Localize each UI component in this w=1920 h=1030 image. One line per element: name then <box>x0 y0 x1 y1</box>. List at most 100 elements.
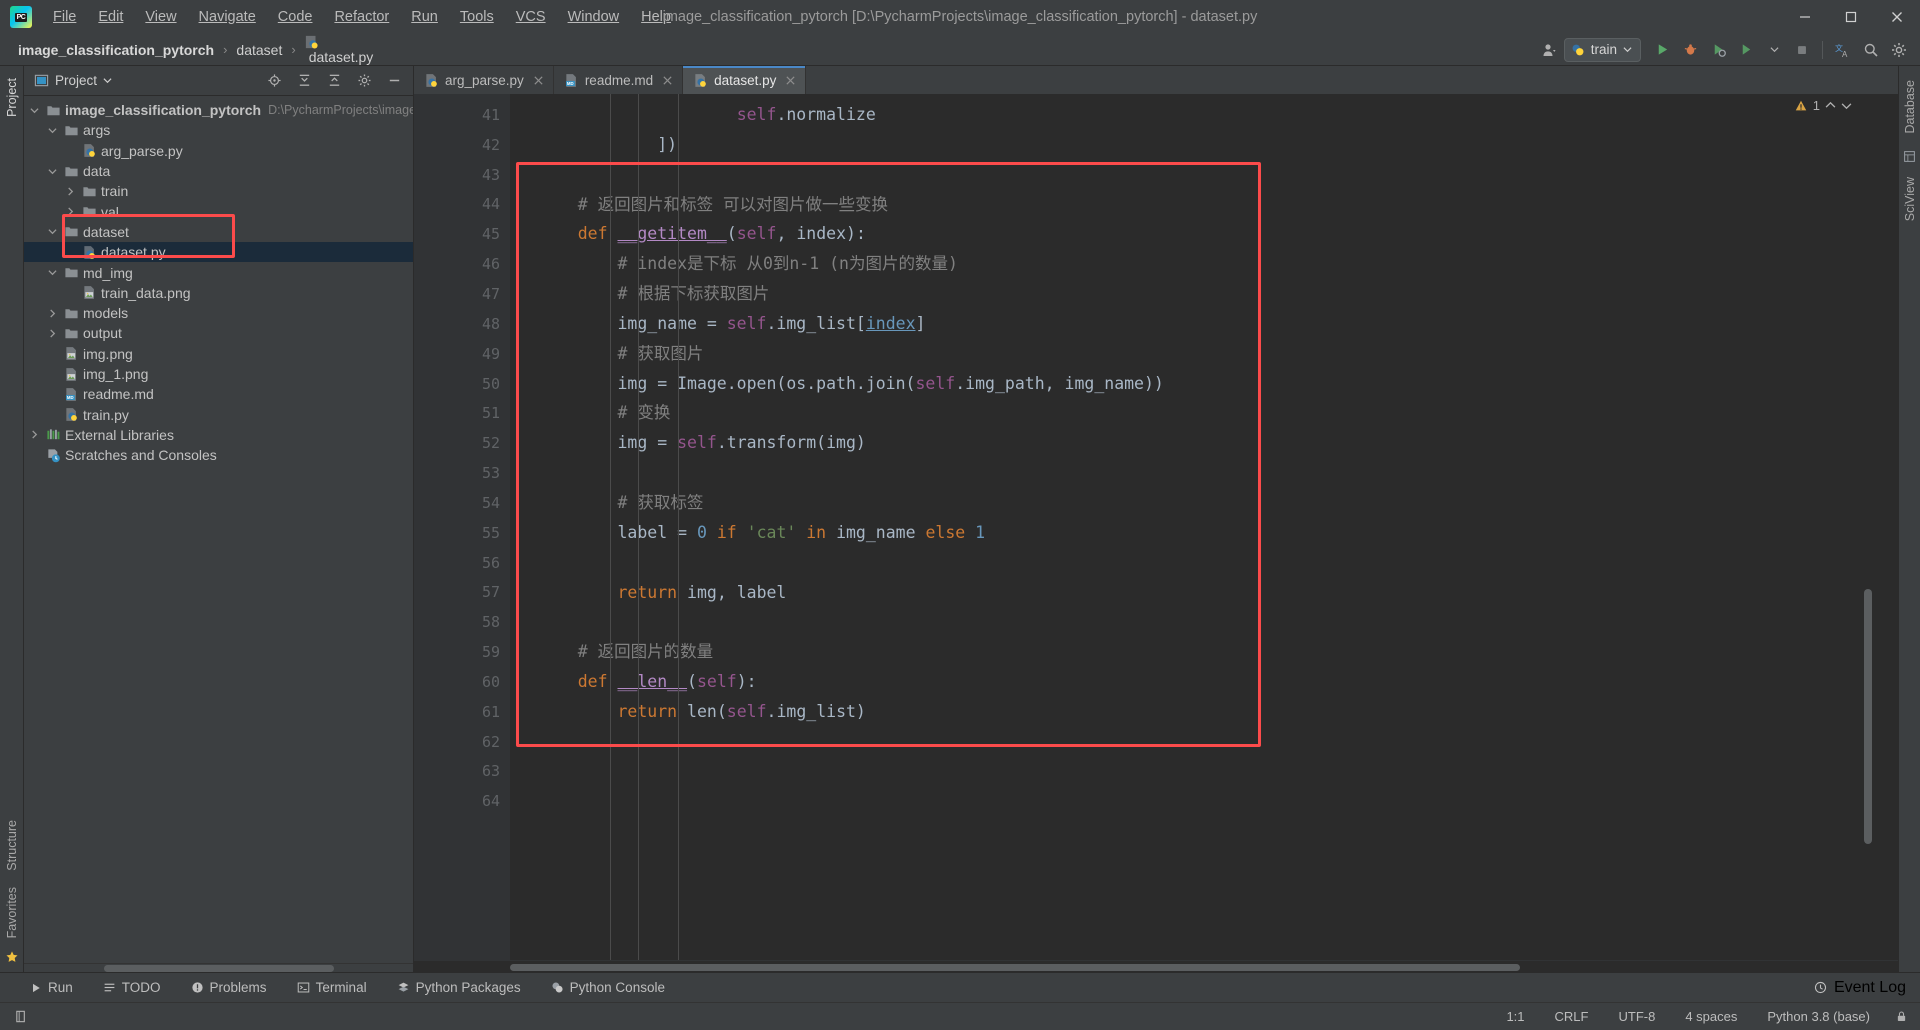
tool-button-run[interactable]: Run <box>26 978 77 997</box>
menu-item-tools[interactable]: Tools <box>449 5 505 29</box>
code-line-59[interactable]: # 返回图片的数量 <box>510 637 1898 667</box>
editor-tab-arg_parse-py[interactable]: arg_parse.py <box>414 66 554 94</box>
tree-expand-arrow[interactable] <box>66 187 80 196</box>
tree-expand-arrow[interactable] <box>66 207 80 216</box>
tree-item-scratches-and-consoles[interactable]: Scratches and Consoles <box>24 445 413 465</box>
tool-button-terminal[interactable]: Terminal <box>293 978 371 997</box>
editor-tab-dataset-py[interactable]: dataset.py <box>683 66 807 94</box>
code-line-61[interactable]: return len(self.img_list) <box>510 697 1898 727</box>
indent-setting[interactable]: 4 spaces <box>1680 1007 1742 1026</box>
tree-item-val[interactable]: val <box>24 201 413 221</box>
breadcrumb-item-folder[interactable]: dataset <box>232 40 286 60</box>
tree-expand-arrow[interactable] <box>48 167 62 176</box>
close-icon[interactable] <box>785 75 796 86</box>
code-line-41[interactable]: self.normalize <box>510 100 1898 130</box>
collapse-all-icon[interactable] <box>291 69 317 93</box>
code-line-62[interactable] <box>510 727 1898 757</box>
gutter-line-54[interactable]: 54 <box>414 488 510 518</box>
tool-window-button-structure[interactable]: Structure <box>5 812 19 879</box>
editor-gutter[interactable]: 4142−434445−46−47−48495051525354555657−5… <box>414 94 556 960</box>
tree-item-img-1-png[interactable]: img_1.png <box>24 364 413 384</box>
tree-item-dataset-py[interactable]: dataset.py <box>24 242 413 263</box>
gear-icon[interactable] <box>1886 38 1912 62</box>
tree-item-args[interactable]: args <box>24 120 413 140</box>
inspection-widget[interactable]: 1 <box>1794 98 1852 113</box>
code-line-48[interactable]: img_name = self.img_list[index] <box>510 309 1898 339</box>
tree-item-train[interactable]: train <box>24 181 413 201</box>
editor-horizontal-scrollbar[interactable] <box>414 960 1898 972</box>
lock-icon[interactable] <box>1895 1010 1908 1023</box>
gutter-line-62[interactable]: 62 <box>414 727 510 757</box>
gutter-line-47[interactable]: 47− <box>414 279 556 309</box>
tree-expand-arrow[interactable] <box>48 268 62 277</box>
gear-icon[interactable] <box>351 69 377 93</box>
tree-item-train-data-png[interactable]: train_data.png <box>24 283 413 303</box>
menu-item-window[interactable]: Window <box>557 5 631 29</box>
menu-item-refactor[interactable]: Refactor <box>323 5 400 29</box>
code-line-64[interactable] <box>510 786 1898 816</box>
expand-all-icon[interactable] <box>321 69 347 93</box>
gutter-line-50[interactable]: 50 <box>414 369 510 399</box>
code-line-44[interactable]: # 返回图片和标签 可以对图片做一些变换 <box>510 190 1898 220</box>
menu-item-help[interactable]: Help <box>630 5 682 29</box>
tree-expand-arrow[interactable] <box>48 309 62 318</box>
event-log-button[interactable]: Event Log <box>1814 979 1920 997</box>
gutter-line-48[interactable]: 48 <box>414 309 510 339</box>
gutter-line-56[interactable]: 56 <box>414 548 510 578</box>
line-separator[interactable]: CRLF <box>1550 1007 1594 1026</box>
tree-item-models[interactable]: models <box>24 303 413 323</box>
gutter-line-41[interactable]: 41 <box>414 100 510 130</box>
code-line-43[interactable] <box>510 160 1898 190</box>
tree-expand-arrow[interactable] <box>48 126 62 135</box>
close-icon[interactable] <box>662 75 673 86</box>
tool-window-button-favorites[interactable]: Favorites <box>5 879 19 946</box>
breadcrumb-item-project[interactable]: image_classification_pytorch <box>14 40 218 60</box>
code-line-47[interactable]: # 根据下标获取图片 <box>510 279 1898 309</box>
tree-item-output[interactable]: output <box>24 323 413 343</box>
menu-item-view[interactable]: View <box>134 5 187 29</box>
caret-position[interactable]: 1:1 <box>1501 1007 1529 1026</box>
tree-expand-arrow[interactable] <box>30 430 44 439</box>
code-line-52[interactable]: img = self.transform(img) <box>510 428 1898 458</box>
gutter-line-57[interactable]: 57− <box>414 578 556 608</box>
gutter-line-51[interactable]: 51 <box>414 398 510 428</box>
code-line-50[interactable]: img = Image.open(os.path.join(self.img_p… <box>510 369 1898 399</box>
editor-tab-readme-md[interactable]: MD readme.md <box>554 66 684 94</box>
search-icon[interactable] <box>1858 38 1884 62</box>
code-line-49[interactable]: # 获取图片 <box>510 339 1898 369</box>
tool-button-problems[interactable]: Problems <box>187 978 271 997</box>
editor-tabs[interactable]: arg_parse.py MD readme.md dataset.py <box>414 66 1898 94</box>
tree-item-train-py[interactable]: train.py <box>24 404 413 424</box>
maximize-button[interactable] <box>1828 0 1874 34</box>
tool-window-button-sciview[interactable]: SciView <box>1903 169 1917 229</box>
run-coverage-button[interactable] <box>1705 38 1731 62</box>
tree-item-md-img[interactable]: md_img <box>24 262 413 282</box>
gutter-line-43[interactable]: 43 <box>414 160 510 190</box>
gutter-line-52[interactable]: 52 <box>414 428 510 458</box>
gutter-line-42[interactable]: 42− <box>414 130 556 160</box>
tool-button-todo[interactable]: TODO <box>99 978 165 997</box>
tree-item-img-png[interactable]: img.png <box>24 344 413 364</box>
menu-item-file[interactable]: File <box>42 5 87 29</box>
chevron-down-icon[interactable] <box>1761 38 1787 62</box>
minimize-button[interactable] <box>1782 0 1828 34</box>
breadcrumb-item-file[interactable]: dataset.py <box>301 33 378 67</box>
code-line-63[interactable] <box>510 757 1898 787</box>
menu-item-code[interactable]: Code <box>267 5 324 29</box>
chevron-down-icon[interactable] <box>103 76 112 85</box>
gutter-line-60[interactable]: 60− <box>414 667 556 697</box>
editor-vertical-scrollbar[interactable] <box>1864 589 1872 844</box>
code-line-53[interactable] <box>510 458 1898 488</box>
tool-window-button-project[interactable]: Project <box>5 70 19 125</box>
code-line-45[interactable]: def __getitem__(self, index): <box>510 219 1898 249</box>
tree-expand-arrow[interactable] <box>48 227 62 236</box>
gutter-line-61[interactable]: 61− <box>414 697 556 727</box>
gutter-line-53[interactable]: 53 <box>414 458 510 488</box>
tree-item-external-libraries[interactable]: External Libraries <box>24 425 413 445</box>
code-line-42[interactable]: ]) <box>510 130 1898 160</box>
project-horizontal-scrollbar[interactable] <box>24 963 413 972</box>
tree-item-dataset[interactable]: dataset <box>24 222 413 242</box>
code-line-58[interactable] <box>510 607 1898 637</box>
status-left-icon[interactable] <box>8 1009 29 1024</box>
locate-icon[interactable] <box>261 69 287 93</box>
